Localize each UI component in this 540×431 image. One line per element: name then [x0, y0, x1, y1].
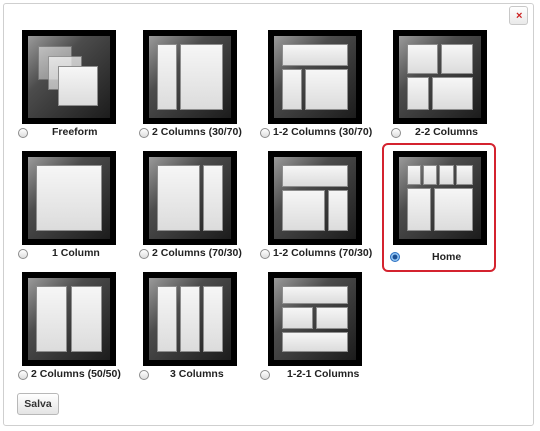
layout-label: 1-2 Columns (30/70): [273, 126, 373, 138]
layout-option-3-columns[interactable]: 3 Columns: [139, 272, 249, 384]
layout-option-freeform[interactable]: Freeform: [18, 30, 128, 142]
layout-option-1-2-1-columns[interactable]: 1-2-1 Columns: [260, 272, 370, 384]
1-2-columns-70-30-thumbnail[interactable]: [268, 151, 362, 245]
1-column-thumbnail[interactable]: [22, 151, 116, 245]
layout-label: 2-2 Columns: [415, 126, 479, 138]
2-columns-70-30-thumbnail[interactable]: [143, 151, 237, 245]
2-columns-30-70-radio[interactable]: [139, 128, 149, 138]
save-button[interactable]: Salva: [17, 393, 59, 415]
2-2-columns-radio[interactable]: [391, 128, 401, 138]
2-columns-50-50-radio[interactable]: [18, 370, 28, 380]
3-columns-radio[interactable]: [139, 370, 149, 380]
freeform-radio[interactable]: [18, 128, 28, 138]
3-columns-thumbnail[interactable]: [143, 272, 237, 366]
1-2-1-columns-thumbnail[interactable]: [268, 272, 362, 366]
2-columns-70-30-radio[interactable]: [139, 249, 149, 259]
layout-option-2-columns-30-70[interactable]: 2 Columns (30/70): [139, 30, 249, 142]
layout-label: 2 Columns (70/30): [152, 247, 242, 259]
1-2-columns-30-70-radio[interactable]: [260, 128, 270, 138]
layout-label: 3 Columns: [170, 368, 224, 380]
1-2-columns-30-70-thumbnail[interactable]: [268, 30, 362, 124]
layout-label: 1 Column: [52, 247, 100, 259]
freeform-thumbnail[interactable]: [22, 30, 116, 124]
home-thumbnail[interactable]: [393, 151, 487, 245]
layout-option-2-columns-70-30[interactable]: 2 Columns (70/30): [139, 151, 249, 263]
layout-label: 2 Columns (50/50): [31, 368, 121, 380]
2-2-columns-thumbnail[interactable]: [393, 30, 487, 124]
layout-option-1-2-columns-30-70[interactable]: 1-2 Columns (30/70): [260, 30, 373, 142]
layout-option-1-2-columns-70-30[interactable]: 1-2 Columns (70/30): [260, 151, 373, 263]
layout-option-2-columns-50-50[interactable]: 2 Columns (50/50): [18, 272, 128, 384]
layout-option-2-2-columns[interactable]: 2-2 Columns: [391, 30, 501, 142]
2-columns-30-70-thumbnail[interactable]: [143, 30, 237, 124]
close-button[interactable]: ×: [509, 6, 528, 25]
1-2-1-columns-radio[interactable]: [260, 370, 270, 380]
layout-option-1-column[interactable]: 1 Column: [18, 151, 128, 263]
layout-label: Home: [432, 251, 462, 263]
layout-label: Freeform: [52, 126, 98, 138]
home-radio[interactable]: [390, 252, 400, 262]
1-column-radio[interactable]: [18, 249, 28, 259]
layout-label: 2 Columns (30/70): [152, 126, 242, 138]
layout-option-home[interactable]: Home: [390, 151, 500, 263]
1-2-columns-70-30-radio[interactable]: [260, 249, 270, 259]
layout-label: 1-2-1 Columns: [287, 368, 360, 380]
layout-label: 1-2 Columns (70/30): [273, 247, 373, 259]
2-columns-50-50-thumbnail[interactable]: [22, 272, 116, 366]
